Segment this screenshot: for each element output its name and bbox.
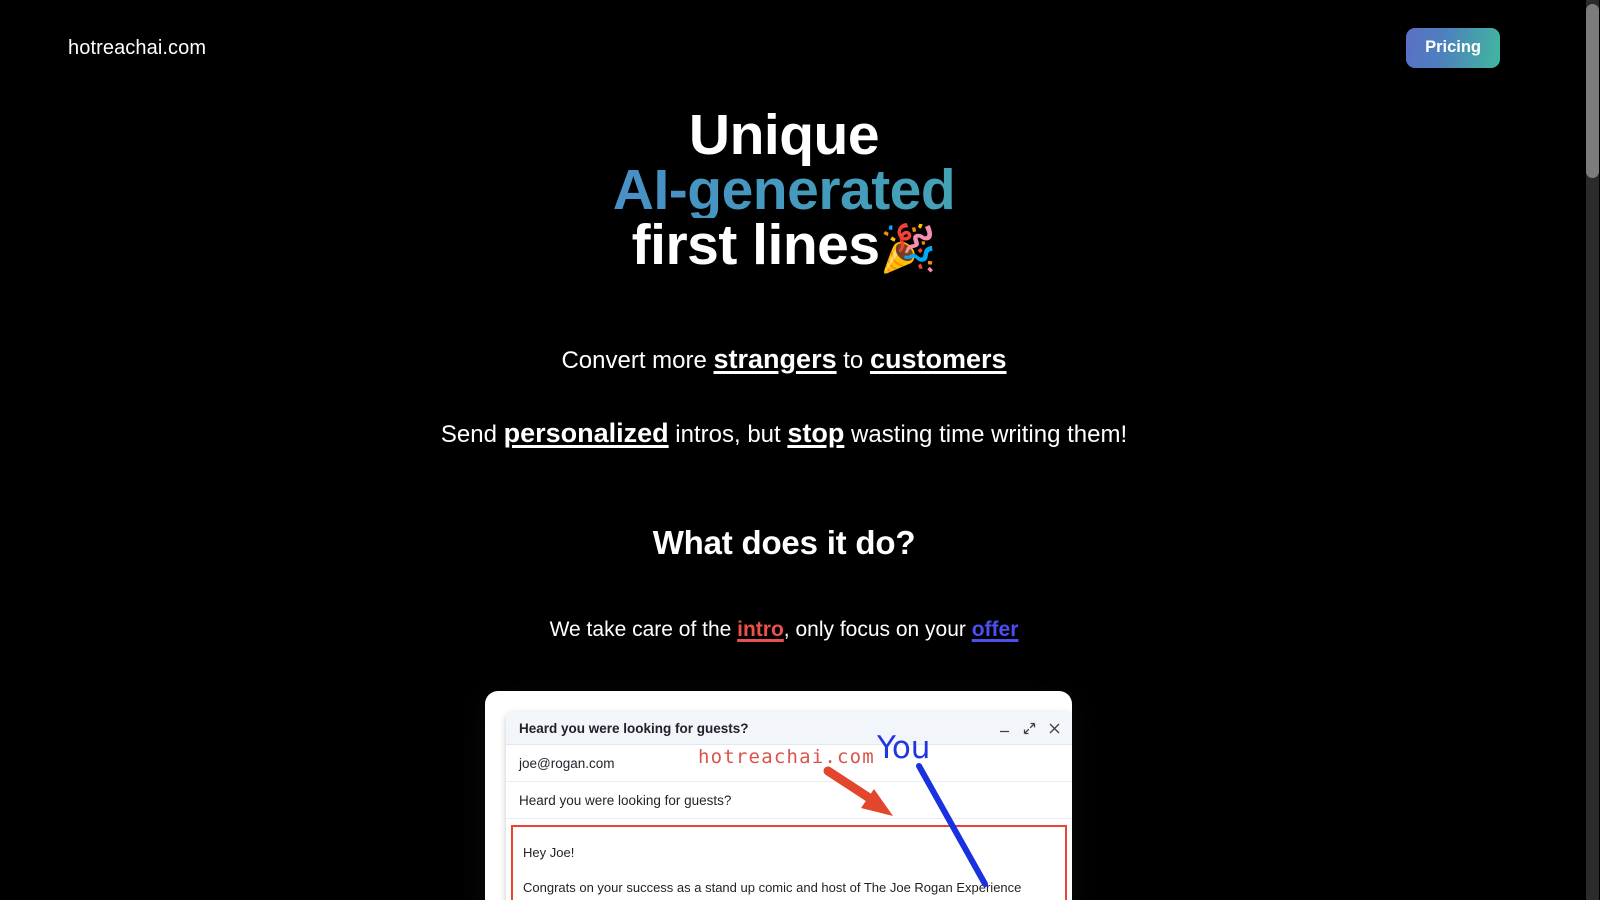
sub2-post: wasting time writing them! (844, 421, 1128, 448)
email-compose-window: Heard you were looking for guests? joe@r… (506, 712, 1072, 900)
sub2-bold-stop: stop (787, 418, 845, 448)
subheading-line-1: Convert more strangers to customers (0, 344, 1568, 375)
sub2-pre: Send (440, 421, 504, 448)
section-title-what-does-it-do: What does it do? (652, 524, 916, 561)
sub2-bold-personalized: personalized (503, 418, 669, 448)
annotation-you-label: You (877, 730, 931, 766)
email-subject-row[interactable]: Heard you were looking for guests? (506, 782, 1072, 819)
annotation-domain-label: hotreachai.com (698, 746, 875, 768)
hero-line-2-gradient: AI-generated (0, 162, 1568, 219)
email-body-line-1: Hey Joe! (523, 845, 575, 860)
email-mockup-card: Heard you were looking for guests? joe@r… (485, 691, 1072, 900)
party-popper-icon: 🎉 (879, 222, 937, 274)
takecare-mid: , only focus on your (783, 618, 972, 641)
site-brand-logo[interactable]: hotreachai.com (68, 37, 206, 60)
scrollbar-thumb[interactable] (1586, 4, 1599, 178)
takecare-pre: We take care of the (549, 618, 738, 641)
sub2-mid: intros, but (668, 421, 788, 448)
email-body-line-2: Congrats on your success as a stand up c… (523, 880, 1022, 895)
hero-section: Unique AI-generated first lines🎉 (0, 103, 1568, 276)
hero-line-3: first lines🎉 (0, 217, 1568, 276)
page-viewport: hotreachai.com Pricing Unique AI-generat… (0, 0, 1568, 900)
sub1-pre: Convert more (561, 347, 714, 374)
expand-icon[interactable] (1023, 722, 1036, 735)
close-icon[interactable] (1048, 722, 1061, 735)
link-offer[interactable]: offer (972, 618, 1019, 641)
sub1-mid: to (836, 347, 870, 374)
hero-line-1: Unique (688, 103, 880, 167)
subheading-line-2: Send personalized intros, but stop wasti… (0, 418, 1568, 449)
hero-heading: Unique AI-generated first lines🎉 (0, 103, 1568, 276)
window-controls (998, 722, 1061, 735)
top-navigation-bar: hotreachai.com Pricing (0, 0, 1568, 96)
sub1-bold-customers: customers (869, 344, 1007, 374)
minimize-icon[interactable] (998, 722, 1011, 735)
page-scrollbar[interactable] (1584, 0, 1600, 900)
take-care-description: We take care of the intro, only focus on… (0, 618, 1568, 642)
email-body-highlighted[interactable]: Hey Joe! Congrats on your success as a s… (511, 825, 1067, 900)
hero-line-3-text: first lines (631, 213, 880, 277)
link-intro[interactable]: intro (737, 618, 784, 641)
sub1-bold-strangers: strangers (713, 344, 837, 374)
pricing-button[interactable]: Pricing (1406, 28, 1500, 68)
email-compose-title: Heard you were looking for guests? (519, 720, 749, 736)
email-compose-header: Heard you were looking for guests? (506, 712, 1072, 745)
